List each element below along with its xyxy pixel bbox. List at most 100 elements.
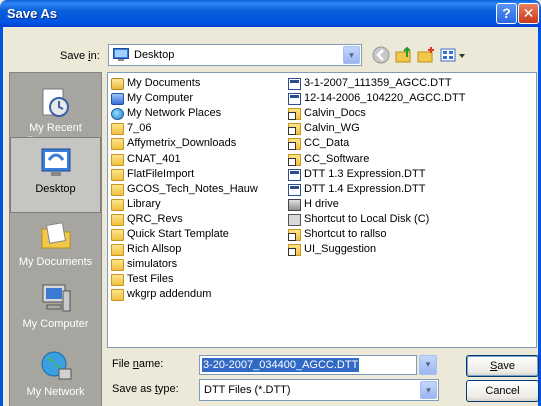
file-name: My Documents bbox=[127, 77, 201, 89]
file-list-item[interactable]: Shortcut to Local Disk (C) bbox=[288, 213, 429, 226]
place-label: My Network bbox=[26, 386, 85, 398]
chevron-down-icon[interactable]: ▾ bbox=[420, 381, 437, 399]
network-drive-icon bbox=[288, 198, 301, 211]
save-in-combo[interactable]: Desktop ▾ bbox=[108, 44, 362, 66]
folder-shortcut-icon bbox=[288, 108, 301, 121]
folder-shortcut-icon bbox=[288, 153, 301, 166]
folder-icon bbox=[111, 168, 124, 181]
file-name: Calvin_WG bbox=[304, 122, 360, 135]
my-computer-icon bbox=[111, 93, 124, 106]
file-list-item[interactable]: Affymetrix_Downloads bbox=[111, 137, 237, 151]
network-globe-icon bbox=[41, 351, 71, 380]
file-list-item[interactable]: GCOS_Tech_Notes_Hauw bbox=[111, 183, 258, 196]
cancel-button[interactable]: Cancel bbox=[466, 380, 539, 402]
recent-documents-icon bbox=[42, 88, 69, 117]
file-name: 3-1-2007_111359_AGCC.DTT bbox=[304, 77, 452, 89]
file-list-item[interactable]: My Computer bbox=[111, 92, 193, 106]
file-list[interactable]: My Documents My Computer My Network Places… bbox=[107, 72, 537, 348]
file-name: Quick Start Template bbox=[127, 228, 229, 240]
file-list-item[interactable]: CNAT_401 bbox=[111, 153, 181, 166]
file-list-item[interactable]: wkgrp addendum bbox=[111, 288, 211, 302]
back-icon[interactable] bbox=[371, 45, 391, 65]
file-name-dropdown-icon[interactable]: ▾ bbox=[419, 355, 437, 375]
file-list-item[interactable]: H drive bbox=[288, 198, 339, 211]
new-folder-icon[interactable] bbox=[416, 45, 436, 65]
file-name-value: 3-20-2007_034400_AGCC.DTT bbox=[202, 358, 360, 372]
file-name: FlatFileImport bbox=[127, 167, 195, 180]
save-as-type-value: DTT Files (*.DTT) bbox=[204, 384, 291, 396]
file-name-input[interactable]: 3-20-2007_034400_AGCC.DTT bbox=[199, 355, 417, 375]
folder-icon bbox=[111, 289, 124, 302]
views-menu-icon[interactable] bbox=[439, 45, 469, 65]
file-name: UI_Suggestion bbox=[304, 243, 377, 256]
file-name: DTT 1.3 Expression.DTT bbox=[304, 167, 426, 180]
save-in-value: Desktop bbox=[134, 49, 175, 61]
folder-icon bbox=[111, 198, 124, 211]
save-as-type-label: Save as type: bbox=[112, 383, 179, 395]
my-documents-icon bbox=[41, 222, 70, 249]
file-name: H drive bbox=[304, 197, 339, 210]
up-folder-icon[interactable] bbox=[394, 45, 414, 65]
file-list-item[interactable]: My Network Places bbox=[111, 107, 222, 121]
file-name: simulators bbox=[127, 258, 178, 271]
file-name: Shortcut to Local Disk (C) bbox=[304, 212, 430, 225]
file-name: CNAT_401 bbox=[127, 152, 181, 165]
place-my-computer[interactable]: My Computer bbox=[10, 281, 101, 331]
file-list-item[interactable]: My Documents bbox=[111, 77, 200, 90]
folder-shortcut-icon bbox=[288, 123, 301, 136]
place-label: Desktop bbox=[35, 183, 76, 195]
file-list-item[interactable]: UI_Suggestion bbox=[288, 243, 377, 257]
file-list-item[interactable]: Calvin_WG bbox=[288, 122, 360, 136]
folder-icon bbox=[111, 244, 124, 257]
file-name: CC_Software bbox=[304, 152, 370, 165]
window-title: Save As bbox=[7, 6, 58, 21]
file-list-item[interactable]: DTT 1.3 Expression.DTT bbox=[288, 168, 425, 181]
file-list-item[interactable]: Shortcut to rallso bbox=[288, 228, 387, 241]
folder-icon bbox=[111, 259, 124, 272]
help-button[interactable]: ? bbox=[496, 3, 517, 24]
file-list-item[interactable]: 3-1-2007_111359_AGCC.DTT bbox=[288, 77, 452, 90]
file-list-item[interactable]: Test Files bbox=[111, 273, 174, 287]
place-label: My Computer bbox=[22, 318, 89, 330]
place-my-documents[interactable]: My Documents bbox=[10, 219, 101, 269]
place-desktop[interactable]: Desktop bbox=[10, 137, 101, 213]
file-list-item[interactable]: simulators bbox=[111, 258, 178, 272]
folder-icon bbox=[111, 138, 124, 151]
file-list-item[interactable]: 12-14-2006_104220_AGCC.DTT bbox=[288, 92, 466, 106]
place-my-network[interactable]: My Network bbox=[10, 349, 101, 399]
file-list-item[interactable]: 7_06 bbox=[111, 122, 151, 136]
close-button[interactable]: ✕ bbox=[518, 3, 539, 24]
file-name: CC_Data bbox=[304, 137, 350, 150]
title-bar: Save As ? ✕ bbox=[0, 0, 541, 27]
dtt-file-icon bbox=[288, 168, 301, 181]
file-list-item[interactable]: Rich Allsop bbox=[111, 243, 181, 257]
shortcut-icon bbox=[288, 213, 301, 226]
file-name: Library bbox=[127, 197, 161, 210]
save-as-type-select[interactable]: DTT Files (*.DTT) ▾ bbox=[199, 379, 439, 401]
dtt-file-icon bbox=[288, 183, 301, 196]
folder-icon bbox=[111, 229, 124, 241]
place-label: My Documents bbox=[18, 256, 93, 268]
chevron-down-icon[interactable]: ▾ bbox=[343, 46, 360, 64]
file-list-item[interactable]: QRC_Revs bbox=[111, 213, 183, 226]
folder-icon bbox=[111, 183, 124, 196]
file-list-item[interactable]: FlatFileImport bbox=[111, 168, 194, 181]
file-list-item[interactable]: CC_Data bbox=[288, 137, 350, 151]
file-list-item[interactable]: Calvin_Docs bbox=[288, 107, 366, 121]
file-list-item[interactable]: Library bbox=[111, 198, 161, 211]
file-list-item[interactable]: DTT 1.4 Expression.DTT bbox=[288, 183, 425, 196]
file-name: 12-14-2006_104220_AGCC.DTT bbox=[304, 92, 466, 105]
file-name: Calvin_Docs bbox=[304, 107, 366, 120]
dtt-file-icon bbox=[288, 93, 301, 106]
save-button[interactable]: Save bbox=[466, 355, 539, 377]
desktop-icon bbox=[41, 148, 70, 176]
file-name: Affymetrix_Downloads bbox=[127, 137, 237, 150]
file-list-item[interactable]: Quick Start Template bbox=[111, 228, 229, 241]
folder-shortcut-icon bbox=[288, 244, 301, 257]
folder-icon bbox=[111, 213, 124, 226]
places-bar: My Recent Documents Desktop My Documents… bbox=[9, 72, 102, 406]
file-name: Test Files bbox=[127, 273, 174, 286]
file-list-item[interactable]: CC_Software bbox=[288, 153, 369, 166]
file-name: My Network Places bbox=[127, 107, 222, 120]
folder-icon bbox=[111, 123, 124, 136]
